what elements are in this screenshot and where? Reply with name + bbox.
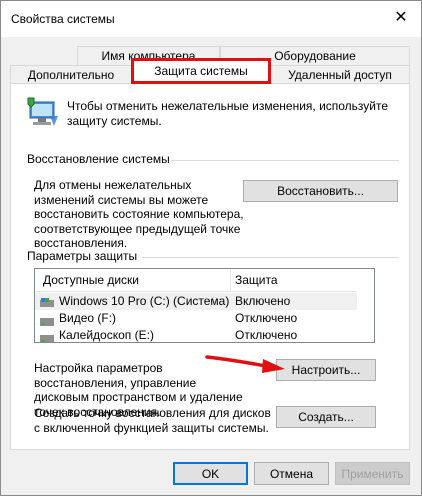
create-text: Создать точку восстановления для дисков … xyxy=(34,406,271,435)
cancel-button[interactable]: Отмена xyxy=(254,462,329,485)
tab-advanced[interactable]: Дополнительно xyxy=(10,65,132,84)
drive-status: Включено xyxy=(235,294,291,308)
column-header-protection[interactable]: Защита xyxy=(235,269,278,291)
column-divider xyxy=(230,270,231,290)
drive-row[interactable]: Windows 10 Pro (C:) (Система) Включено xyxy=(35,293,357,310)
system-drive-icon xyxy=(40,296,54,307)
create-button[interactable]: Создать... xyxy=(276,406,376,428)
restore-group-line xyxy=(171,160,399,161)
restore-button[interactable]: Восстановить... xyxy=(243,180,398,202)
drive-status: Отключено xyxy=(235,328,298,342)
close-icon[interactable]: ✕ xyxy=(392,9,410,27)
annotation-arrow-icon xyxy=(205,355,285,373)
drive-row[interactable]: Видео (F:) Отключено xyxy=(35,310,357,327)
restore-group-title: Восстановление системы xyxy=(27,152,170,166)
column-header-drives[interactable]: Доступные диски xyxy=(43,269,139,291)
protection-group-line xyxy=(142,257,399,258)
apply-button[interactable]: Применить xyxy=(335,462,410,485)
header-separator xyxy=(35,291,357,292)
drive-name: Видео (F:) xyxy=(59,311,117,325)
system-protection-icon xyxy=(27,97,58,126)
drives-list[interactable]: Доступные диски Защита Windows 10 Pro (C… xyxy=(34,268,375,343)
drive-name: Калейдоскоп (E:) xyxy=(59,328,154,342)
drive-row[interactable]: Калейдоскоп (E:) Отключено xyxy=(35,327,357,342)
intro-text: Чтобы отменить нежелательные изменения, … xyxy=(67,99,389,128)
drive-status: Отключено xyxy=(235,311,298,325)
drive-icon xyxy=(40,314,54,326)
drive-name: Windows 10 Pro (C:) (Система) xyxy=(59,294,230,308)
tab-system-protection[interactable]: Защита системы xyxy=(131,58,271,84)
configure-button[interactable]: Настроить... xyxy=(276,359,376,381)
ok-button[interactable]: OK xyxy=(173,462,248,485)
tab-remote[interactable]: Удаленный доступ xyxy=(270,65,410,84)
window-title: Свойства системы xyxy=(11,12,115,26)
drive-icon xyxy=(40,331,54,342)
restore-description: Для отмены нежелательных изменений систе… xyxy=(34,178,244,250)
protection-group-title: Параметры защиты xyxy=(27,249,138,263)
